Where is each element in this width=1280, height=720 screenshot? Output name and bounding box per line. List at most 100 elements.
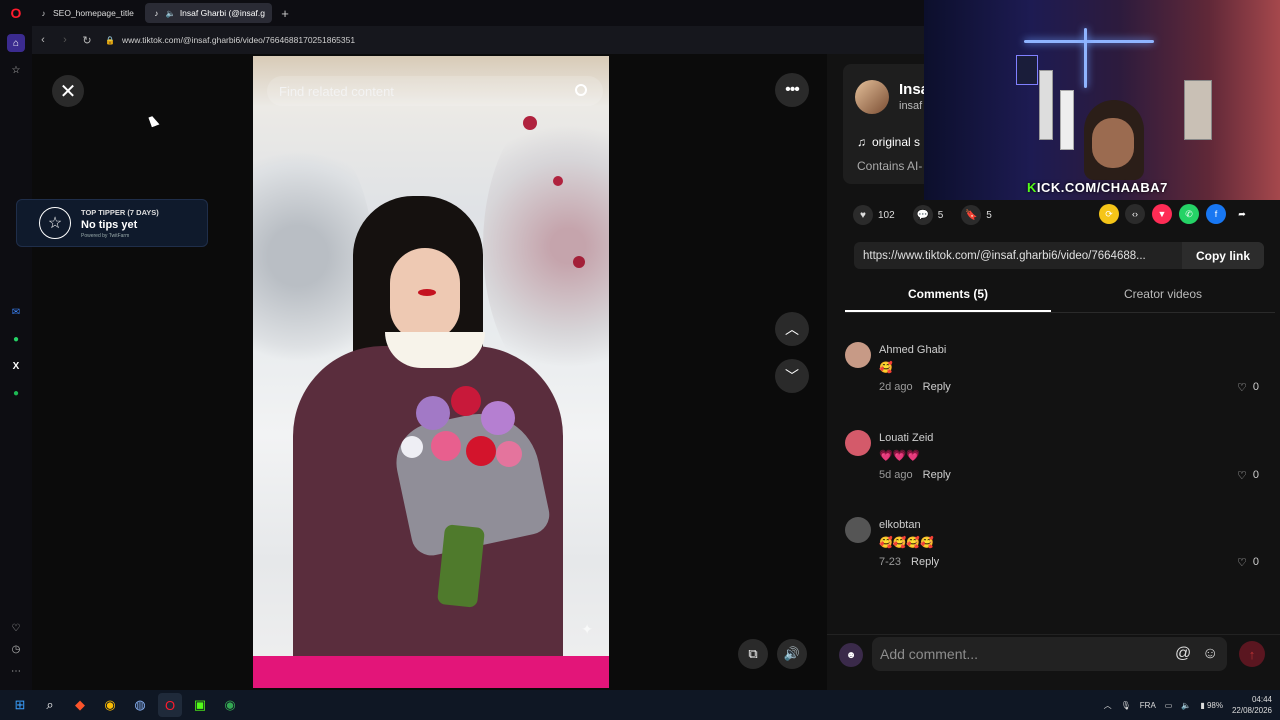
network-icon[interactable]: ▭ <box>1165 701 1173 710</box>
woman-lips <box>418 289 436 296</box>
facebook-share-icon[interactable]: f <box>1206 204 1226 224</box>
speaker-icon[interactable]: 🔈 <box>166 9 176 18</box>
language-indicator[interactable]: FRA <box>1140 701 1156 710</box>
comment-like-count: 0 <box>1252 469 1259 481</box>
history-icon[interactable]: ◷ <box>7 640 25 658</box>
url-field[interactable]: www.tiktok.com/@insaf.gharbi6/video/7664… <box>122 35 355 45</box>
volume-button[interactable]: 🔊 <box>777 639 807 669</box>
neon-light <box>1084 28 1087 88</box>
brave-icon[interactable]: ◆ <box>68 693 92 717</box>
emoji-icon[interactable]: ☺ <box>1202 645 1218 663</box>
post-comment-button[interactable]: ↑ <box>1239 641 1265 667</box>
forward-button[interactable]: › <box>54 34 76 46</box>
flower-bouquet <box>371 376 553 616</box>
commenter-name[interactable]: Ahmed Ghabi <box>879 344 946 356</box>
volume-tray-icon[interactable]: 🔈 <box>1181 701 1191 710</box>
search-icon[interactable] <box>575 84 587 96</box>
tab-label: SEO_homepage_title <box>53 8 134 18</box>
opera-logo-icon[interactable]: O <box>0 0 32 26</box>
chrome-icon[interactable]: ◉ <box>98 693 122 717</box>
commenter-name[interactable]: elkobtan <box>879 519 921 531</box>
comment-text: 💗💗💗 <box>879 450 921 462</box>
search-icon[interactable]: ⌕ <box>38 693 62 717</box>
heart-icon: ♥ <box>853 205 873 225</box>
previous-video-button[interactable]: ︿ <box>775 312 809 346</box>
more-sidebar-icon[interactable]: ⋯ <box>7 662 25 680</box>
copy-link-button[interactable]: Copy link <box>1182 242 1264 269</box>
comment-item: Louati Zeid 💗💗💗 5d ago Reply ♡ 0 <box>845 430 1275 500</box>
reply-button[interactable]: Reply <box>923 381 951 393</box>
share-arrow-icon[interactable]: ➦ <box>1232 204 1252 224</box>
home-icon[interactable]: ⌂ <box>7 34 25 52</box>
reply-button[interactable]: Reply <box>911 556 939 568</box>
microphone-icon[interactable]: 🎙 <box>1121 701 1131 710</box>
chrome-profile-icon[interactable]: ◉ <box>218 693 242 717</box>
find-related-search[interactable]: Find related content <box>267 76 603 106</box>
whatsapp-share-icon[interactable]: ✆ <box>1179 204 1199 224</box>
video-player[interactable]: ✦ Find related content <box>253 56 609 688</box>
comment-item: Ahmed Ghabi 🥰 2d ago Reply ♡ 0 <box>845 342 1275 412</box>
comment-time: 2d ago <box>879 381 913 393</box>
kick-app-icon[interactable]: ▣ <box>188 693 212 717</box>
comment-like-button[interactable]: ♡ 0 <box>1237 381 1259 394</box>
system-tray: ︿ 🎙 FRA ▭ 🔈 ▮ 98% 04:44 22/08/2026 <box>1104 690 1272 720</box>
commenter-avatar[interactable] <box>845 342 871 368</box>
tipper-value: No tips yet <box>81 218 138 231</box>
back-button[interactable]: ‹ <box>32 34 54 46</box>
save-button[interactable]: 🔖 5 <box>961 205 992 225</box>
repost-icon[interactable]: ⟳ <box>1099 204 1119 224</box>
tab-insaf-gharbi[interactable]: ♪ 🔈 Insaf Gharbi (@insaf.g <box>144 3 272 23</box>
share-link-text[interactable]: https://www.tiktok.com/@insaf.gharbi6/vi… <box>854 250 1182 262</box>
spotify-icon[interactable]: ● <box>7 384 25 402</box>
x-icon[interactable]: X <box>7 357 25 375</box>
battery-indicator[interactable]: ▮ 98% <box>1200 701 1223 710</box>
comment-icon: 💬 <box>912 205 933 225</box>
whatsapp-icon[interactable]: ● <box>7 330 25 348</box>
top-tipper-widget: ☆ TOP TIPPER (7 DAYS) No tips yet Powere… <box>16 199 208 247</box>
windows-taskbar: ⊞ ⌕ ◆ ◉ ◍ O ▣ ◉ ︿ 🎙 FRA ▭ 🔈 ▮ 98% 04:44 … <box>0 690 1280 720</box>
share-link-box: https://www.tiktok.com/@insaf.gharbi6/vi… <box>854 242 1264 269</box>
opera-taskbar-icon[interactable]: O <box>158 693 182 717</box>
commenter-name[interactable]: Louati Zeid <box>879 432 933 444</box>
user-avatar[interactable]: ☻ <box>839 643 863 667</box>
send-to-friends-icon[interactable]: ▼ <box>1152 204 1172 224</box>
video-bottom-strip <box>253 656 609 688</box>
reload-button[interactable]: ↻ <box>76 34 98 47</box>
comment-like-button[interactable]: ♡ 0 <box>1237 556 1259 569</box>
like-button[interactable]: ♥ 102 <box>853 205 895 225</box>
commenter-avatar[interactable] <box>845 517 871 543</box>
messenger-icon[interactable]: ✉ <box>7 303 25 321</box>
steam-icon[interactable]: ◍ <box>128 693 152 717</box>
tab-creator-videos[interactable]: Creator videos <box>1051 287 1275 301</box>
mouse-cursor-icon <box>148 114 160 128</box>
windows-start-icon[interactable]: ⊞ <box>8 693 32 717</box>
mention-icon[interactable]: @ <box>1175 645 1191 663</box>
embed-icon[interactable]: ‹› <box>1125 204 1145 224</box>
close-button[interactable]: ✕ <box>52 75 84 107</box>
music-row[interactable]: ♫ original s <box>857 135 920 149</box>
clock[interactable]: 04:44 22/08/2026 <box>1232 694 1272 716</box>
tab-comments[interactable]: Comments (5) <box>845 287 1051 312</box>
sparkle-icon: ✦ <box>581 621 593 637</box>
commenter-avatar[interactable] <box>845 430 871 456</box>
miniplayer-button[interactable]: ⧉ <box>738 639 768 669</box>
skateboard <box>1039 70 1053 140</box>
reply-button[interactable]: Reply <box>923 469 951 481</box>
comment-text: 🥰 <box>879 362 893 374</box>
comment-like-count: 0 <box>1252 381 1259 393</box>
add-comment-input[interactable]: Add comment... <box>872 637 1227 671</box>
next-video-button[interactable]: ﹀ <box>775 359 809 393</box>
comment-placeholder: Add comment... <box>880 646 979 662</box>
star-icon[interactable]: ☆ <box>7 61 25 79</box>
comment-time: 7-23 <box>879 556 902 568</box>
tab-seo-homepage[interactable]: ♪ SEO_homepage_title <box>32 3 141 23</box>
comment-button[interactable]: 💬 5 <box>912 205 943 225</box>
comment-like-button[interactable]: ♡ 0 <box>1237 469 1259 482</box>
tab-label: Insaf Gharbi (@insaf.g <box>179 8 265 18</box>
more-options-button[interactable]: ••• <box>775 73 809 107</box>
tray-overflow-icon[interactable]: ︿ <box>1104 700 1112 711</box>
heart-icon[interactable]: ♡ <box>7 619 25 637</box>
heart-outline-icon: ♡ <box>1237 382 1247 394</box>
creator-avatar[interactable] <box>855 80 889 114</box>
new-tab-button[interactable]: + <box>276 4 294 22</box>
